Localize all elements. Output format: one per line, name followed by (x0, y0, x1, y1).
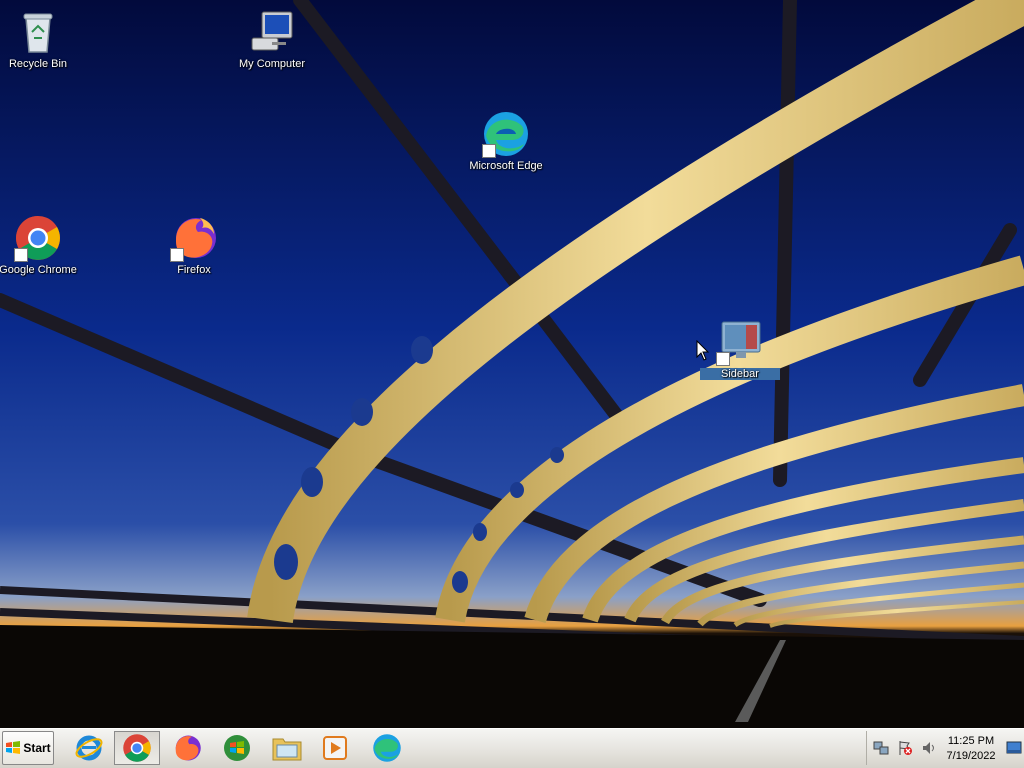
sidebar-icon (716, 318, 764, 366)
start-button[interactable]: Start (2, 731, 54, 765)
internet-explorer-icon (75, 735, 103, 761)
desktop-icon-label: Microsoft Edge (469, 160, 543, 172)
file-explorer-icon (272, 738, 302, 761)
desktop-icon-label: My Computer (238, 58, 306, 70)
network-icon[interactable] (873, 740, 889, 756)
desktop-icon-my-computer[interactable]: My Computer (232, 8, 312, 70)
my-computer-icon (248, 8, 296, 56)
start-label: Start (23, 741, 51, 755)
desktop-icon-google-chrome[interactable]: Google Chrome (0, 214, 78, 276)
desktop-icon-recycle-bin[interactable]: Recycle Bin (0, 8, 78, 70)
taskbar-button-edge[interactable] (364, 731, 410, 765)
taskbar: Start 11:25 PM 7/19/2022 (0, 728, 1024, 768)
chrome-icon (123, 734, 151, 762)
desktop-icon-sidebar[interactable]: Sidebar (700, 318, 780, 380)
taskbar-button-file-explorer[interactable] (264, 731, 310, 765)
edge-icon (373, 734, 401, 762)
taskbar-button-firefox[interactable] (164, 731, 210, 765)
desktop-icon-microsoft-edge[interactable]: Microsoft Edge (466, 110, 546, 172)
media-player-icon (323, 736, 347, 760)
action-center-flag-icon[interactable] (897, 740, 913, 756)
desktop-icon-label: Recycle Bin (8, 58, 68, 70)
edge-icon (482, 110, 530, 158)
show-desktop-icon[interactable] (1006, 741, 1022, 755)
firefox-icon (175, 735, 201, 761)
shortcut-arrow-icon (482, 144, 496, 158)
system-tray: 11:25 PM 7/19/2022 (866, 731, 1024, 765)
taskbar-button-internet-explorer[interactable] (66, 731, 112, 765)
recycle-bin-icon (14, 8, 62, 56)
desktop-icon-label: Firefox (177, 264, 211, 276)
windows-logo-icon (6, 741, 21, 754)
desktop-icon-label: Sidebar (700, 368, 780, 380)
shortcut-arrow-icon (170, 248, 184, 262)
mouse-cursor-icon (696, 340, 710, 361)
desktop-icon-firefox[interactable]: Firefox (154, 214, 234, 276)
chrome-icon (14, 214, 62, 262)
taskbar-button-media-player[interactable] (312, 731, 358, 765)
taskbar-button-windows-media-center[interactable] (214, 731, 260, 765)
clock-date[interactable]: 7/19/2022 (941, 750, 1001, 762)
desktop-icon-label: Google Chrome (0, 264, 77, 276)
firefox-icon (170, 214, 218, 262)
shortcut-arrow-icon (716, 352, 730, 366)
taskbar-button-chrome[interactable] (114, 731, 160, 765)
clock-time[interactable]: 11:25 PM (941, 735, 1001, 747)
windows-media-center-icon (224, 735, 250, 761)
shortcut-arrow-icon (14, 248, 28, 262)
volume-icon[interactable] (921, 740, 937, 756)
